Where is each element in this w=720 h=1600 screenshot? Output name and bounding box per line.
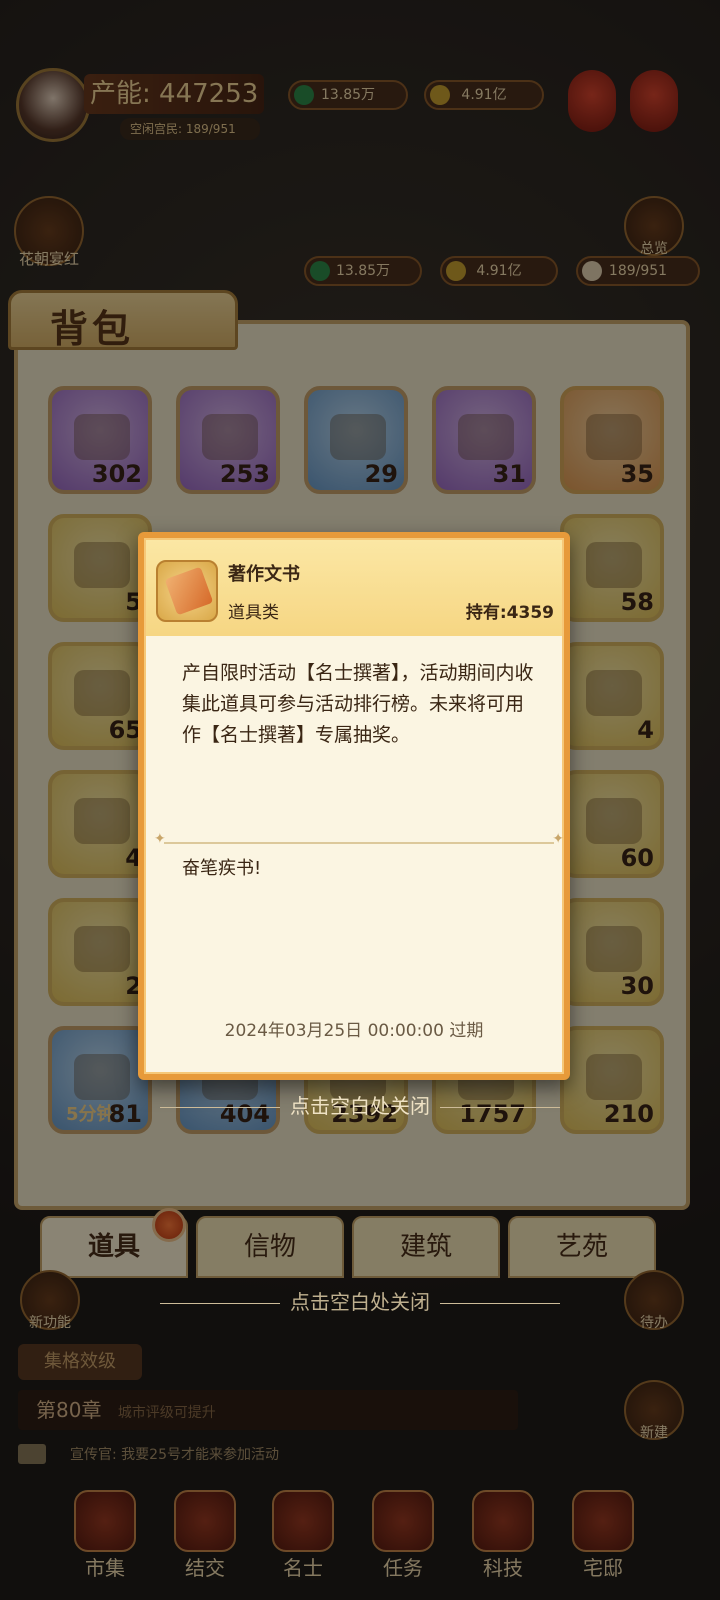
item-expiry: 2024年03月25日 00:00:00 过期 [224, 1021, 484, 1041]
close-hint[interactable]: 点击空白处关闭 [0, 1090, 720, 1119]
item-name: 著作文书 [228, 564, 300, 585]
item-owned-count: 持有:4359 [465, 603, 554, 623]
item-flavor-text: 奋笔疾书! [182, 858, 262, 879]
item-detail-popup: 著作文书 道具类 持有:4359 产自限时活动【名士撰著】，活动期间内收集此道具… [138, 532, 570, 1080]
item-description: 产自限时活动【名士撰著】，活动期间内收集此道具可参与活动排行榜。未来将可用作【名… [182, 662, 534, 746]
divider [154, 831, 564, 847]
close-hint-background: 点击空白处关闭 [0, 1286, 720, 1315]
scroll-icon [156, 560, 218, 622]
item-type: 道具类 [228, 603, 279, 623]
popup-body: 著作文书 道具类 持有:4359 产自限时活动【名士撰著】，活动期间内收集此道具… [144, 538, 564, 1074]
